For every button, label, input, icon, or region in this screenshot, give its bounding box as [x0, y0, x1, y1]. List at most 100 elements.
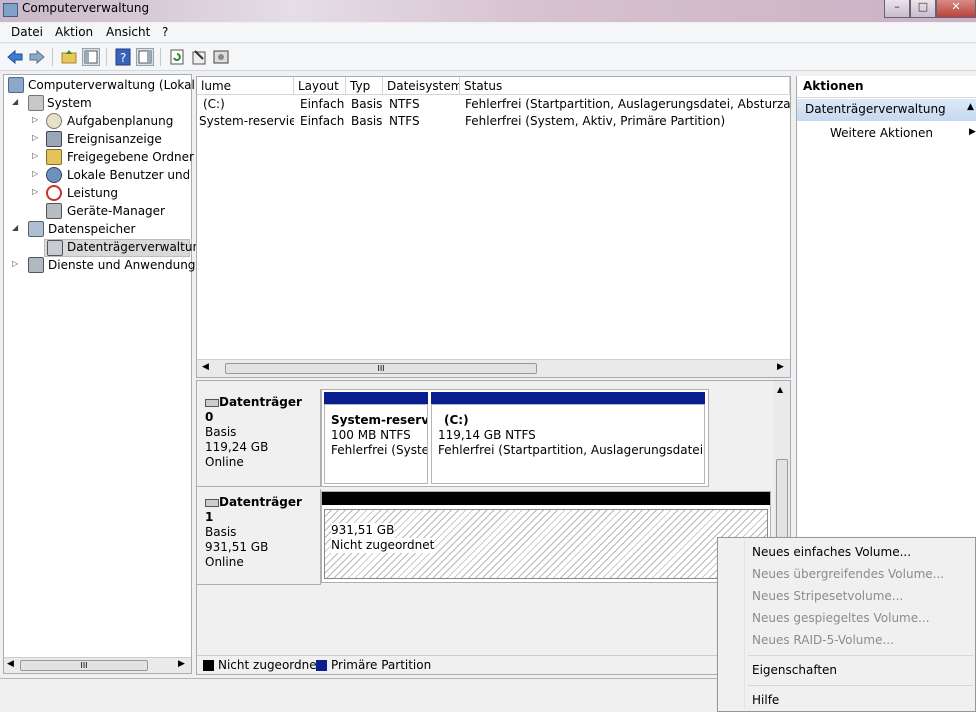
menu-item-neues-einfaches-volume[interactable]: Neues einfaches Volume... [752, 541, 911, 563]
properties-icon[interactable] [190, 48, 208, 66]
cell-fs: NTFS [389, 114, 420, 128]
collapsed-triangle-icon[interactable]: ▷ [32, 115, 40, 124]
menu-item-neues-raid5-volume[interactable]: Neues RAID-5-Volume... [752, 629, 894, 651]
menu-aktion[interactable]: Aktion [55, 25, 93, 39]
scroll-right-icon[interactable]: ▶ [178, 659, 185, 669]
console-tree-icon[interactable] [82, 48, 100, 66]
tree-item-lokale-benutzer[interactable]: ▷ Lokale Benutzer und Gr [32, 167, 189, 185]
disk-1-state: Online [205, 555, 244, 569]
disk-vscroll-thumb[interactable] [776, 459, 788, 539]
expanded-triangle-icon[interactable]: ◢ [12, 97, 20, 106]
scroll-up-icon[interactable]: ▲ [777, 385, 783, 394]
disk-0-type: Basis [205, 425, 237, 439]
tree-hscroll-thumb[interactable]: III [20, 660, 148, 671]
menu-item-neues-stripesetvolume[interactable]: Neues Stripesetvolume... [752, 585, 903, 607]
action-label: Weitere Aktionen [830, 126, 933, 140]
computer-icon [8, 77, 24, 93]
column-header-status[interactable]: Status [460, 77, 790, 95]
tree-label: System [47, 96, 92, 110]
column-header-typ[interactable]: Typ [346, 77, 383, 95]
table-row[interactable]: (C:) Einfach Basis NTFS Fehlerfrei (Star… [197, 96, 790, 113]
partition-content: (C:) 119,14 GB NTFS Fehlerfrei (Startpar… [431, 404, 705, 484]
close-button[interactable]: ✕ [936, 0, 976, 18]
partition-status: Fehlerfrei (Startpartition, Auslagerungs… [438, 443, 705, 457]
legend-label-primary: Primäre Partition [331, 658, 432, 672]
menu-item-neues-uebergreifendes-volume[interactable]: Neues übergreifendes Volume... [752, 563, 944, 585]
cell-layout: Einfach [300, 114, 345, 128]
tree-label: Geräte-Manager [67, 204, 165, 218]
tree-item-datentraegerverwaltung[interactable]: Datenträgerverwaltung [44, 239, 208, 257]
refresh-icon[interactable] [168, 48, 186, 66]
shared-folder-icon [46, 149, 62, 165]
scroll-right-icon[interactable]: ▶ [777, 362, 784, 372]
partition-c[interactable]: (C:) 119,14 GB NTFS Fehlerfrei (Startpar… [431, 392, 705, 484]
menu-help[interactable]: ? [162, 25, 168, 39]
collapsed-triangle-icon[interactable]: ▷ [32, 133, 40, 142]
maximize-button[interactable]: □ [910, 0, 936, 18]
disk-0-info[interactable]: Datenträger 0 Basis 119,24 GB Online [197, 389, 321, 487]
computer-management-icon [3, 3, 18, 17]
disk-1-type: Basis [205, 525, 237, 539]
actions-section-datentraegerverwaltung[interactable]: Datenträgerverwaltung ▲ [797, 99, 976, 121]
menu-ansicht[interactable]: Ansicht [106, 25, 150, 39]
forward-arrow-icon[interactable] [28, 48, 46, 66]
minimize-button[interactable]: – [884, 0, 910, 18]
column-header-dateisystem[interactable]: Dateisystem [383, 77, 460, 95]
partition-header-bar [431, 392, 705, 404]
submenu-arrow-icon: ▶ [969, 127, 976, 137]
action-weitere-aktionen[interactable]: Weitere Aktionen ▶ [797, 124, 976, 144]
disk-settings-icon[interactable] [212, 48, 230, 66]
cell-layout: Einfach [300, 97, 345, 111]
cell-volume: System-reserviert [199, 114, 294, 128]
table-row[interactable]: System-reserviert Einfach Basis NTFS Feh… [197, 113, 790, 130]
unallocated-content: 931,51 GB Nicht zugeordnet [324, 509, 768, 579]
disk-name-label: Datenträger 0 [205, 395, 302, 424]
tree-label: Datenträgerverwaltung [67, 240, 208, 254]
context-menu: Neues einfaches Volume... Neues übergrei… [717, 537, 976, 712]
column-header-volume[interactable]: lume [197, 77, 294, 95]
disk-map: Datenträger 0 Basis 119,24 GB Online Sys… [196, 380, 791, 675]
menu-bar: Datei Aktion Ansicht ? [0, 23, 976, 43]
clock-icon [46, 113, 62, 129]
tools-icon [28, 95, 44, 111]
back-arrow-icon[interactable] [6, 48, 24, 66]
storage-icon [28, 221, 44, 237]
disk-name-label: Datenträger 1 [205, 495, 302, 524]
column-header-layout[interactable]: Layout [294, 77, 346, 95]
actions-section-label: Datenträgerverwaltung [805, 102, 946, 116]
action-pane-icon[interactable] [136, 48, 154, 66]
partition-unallocated[interactable]: 931,51 GB Nicht zugeordnet [321, 491, 771, 583]
menu-datei[interactable]: Datei [11, 25, 43, 39]
services-icon [28, 257, 44, 273]
event-viewer-icon [46, 131, 62, 147]
menu-item-hilfe[interactable]: Hilfe [752, 689, 779, 711]
tree-hscrollbar[interactable]: ◀ III ▶ [4, 657, 191, 673]
menu-separator [748, 655, 973, 656]
folder-up-icon[interactable] [60, 48, 78, 66]
collapsed-triangle-icon[interactable]: ▷ [32, 151, 40, 160]
scroll-left-icon[interactable]: ◀ [202, 362, 209, 372]
disk-1-info[interactable]: Datenträger 1 Basis 931,51 GB Online [197, 489, 321, 585]
console-tree: Computerverwaltung (Lokal) ◢ System ▷ Au… [3, 74, 210, 674]
collapse-up-icon[interactable]: ▲ [967, 102, 974, 112]
window-title: Computerverwaltung [22, 1, 150, 15]
scroll-left-icon[interactable]: ◀ [7, 659, 14, 669]
partition-size: 931,51 GB [331, 523, 395, 538]
menu-item-neues-gespiegeltes-volume[interactable]: Neues gespiegeltes Volume... [752, 607, 930, 629]
partition-size: 119,14 GB NTFS [438, 428, 536, 442]
partition-system-reserved[interactable]: System-reservie 100 MB NTFS Fehlerfrei (… [324, 392, 428, 484]
cell-status: Fehlerfrei (Startpartition, Auslagerungs… [465, 97, 790, 111]
collapsed-triangle-icon[interactable]: ▷ [32, 187, 40, 196]
expanded-triangle-icon[interactable]: ◢ [12, 223, 20, 232]
list-hscrollbar[interactable]: ◀ III ▶ [197, 359, 790, 377]
tree-label: Computerverwaltung (Lokal) [28, 78, 200, 92]
cell-fs: NTFS [389, 97, 420, 111]
cell-typ: Basis [351, 97, 383, 111]
disk-0-state: Online [205, 455, 244, 469]
help-icon[interactable]: ? [114, 48, 132, 66]
title-bar[interactable]: Computerverwaltung – □ ✕ [0, 0, 976, 22]
menu-item-eigenschaften[interactable]: Eigenschaften [752, 659, 837, 681]
collapsed-triangle-icon[interactable]: ▷ [32, 169, 40, 178]
list-hscroll-thumb[interactable]: III [225, 363, 537, 374]
collapsed-triangle-icon[interactable]: ▷ [12, 259, 20, 268]
